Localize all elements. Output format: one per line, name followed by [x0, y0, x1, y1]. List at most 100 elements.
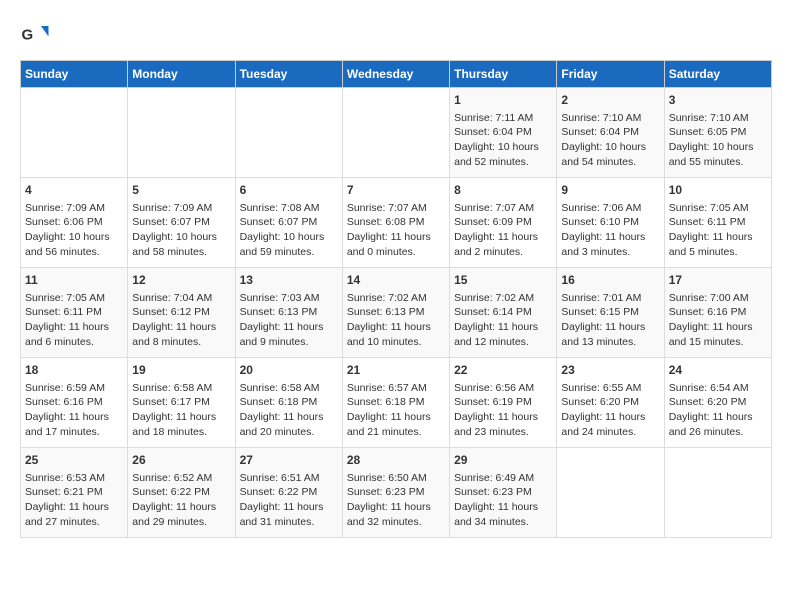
cell-text: Sunset: 6:10 PM	[561, 215, 659, 230]
day-of-week-header: Monday	[128, 61, 235, 88]
cell-text: Daylight: 10 hours	[132, 230, 230, 245]
day-number: 23	[561, 362, 659, 379]
cell-text: Sunset: 6:09 PM	[454, 215, 552, 230]
cell-text: Daylight: 11 hours	[240, 320, 338, 335]
calendar-cell: 4Sunrise: 7:09 AMSunset: 6:06 PMDaylight…	[21, 178, 128, 268]
cell-text: Daylight: 11 hours	[347, 230, 445, 245]
calendar-cell	[235, 88, 342, 178]
cell-text: Daylight: 11 hours	[347, 410, 445, 425]
cell-text: Daylight: 10 hours	[240, 230, 338, 245]
cell-text: Sunset: 6:15 PM	[561, 305, 659, 320]
cell-text: Daylight: 11 hours	[25, 410, 123, 425]
cell-text: Sunset: 6:22 PM	[132, 485, 230, 500]
day-of-week-header: Saturday	[664, 61, 771, 88]
cell-text: Sunset: 6:07 PM	[240, 215, 338, 230]
day-of-week-header: Thursday	[450, 61, 557, 88]
day-number: 16	[561, 272, 659, 289]
cell-text: and 34 minutes.	[454, 515, 552, 530]
cell-text: and 29 minutes.	[132, 515, 230, 530]
day-number: 14	[347, 272, 445, 289]
cell-text: and 27 minutes.	[25, 515, 123, 530]
calendar-cell	[21, 88, 128, 178]
cell-text: Sunrise: 7:10 AM	[561, 111, 659, 126]
cell-text: Sunrise: 6:56 AM	[454, 381, 552, 396]
cell-text: and 8 minutes.	[132, 335, 230, 350]
day-of-week-header: Wednesday	[342, 61, 449, 88]
calendar-cell: 28Sunrise: 6:50 AMSunset: 6:23 PMDayligh…	[342, 448, 449, 538]
cell-text: Sunrise: 6:58 AM	[240, 381, 338, 396]
cell-text: and 6 minutes.	[25, 335, 123, 350]
day-number: 29	[454, 452, 552, 469]
day-of-week-header: Friday	[557, 61, 664, 88]
calendar-cell: 16Sunrise: 7:01 AMSunset: 6:15 PMDayligh…	[557, 268, 664, 358]
day-of-week-header: Tuesday	[235, 61, 342, 88]
cell-text: Sunrise: 7:09 AM	[132, 201, 230, 216]
logo-icon: G	[20, 20, 50, 50]
cell-text: Sunset: 6:07 PM	[132, 215, 230, 230]
cell-text: and 55 minutes.	[669, 155, 767, 170]
cell-text: and 31 minutes.	[240, 515, 338, 530]
calendar-week-row: 1Sunrise: 7:11 AMSunset: 6:04 PMDaylight…	[21, 88, 772, 178]
cell-text: Sunset: 6:11 PM	[25, 305, 123, 320]
day-number: 10	[669, 182, 767, 199]
svg-text:G: G	[22, 27, 34, 44]
cell-text: Daylight: 11 hours	[454, 410, 552, 425]
cell-text: Daylight: 11 hours	[669, 230, 767, 245]
calendar-cell: 13Sunrise: 7:03 AMSunset: 6:13 PMDayligh…	[235, 268, 342, 358]
cell-text: Daylight: 11 hours	[669, 410, 767, 425]
calendar-week-row: 18Sunrise: 6:59 AMSunset: 6:16 PMDayligh…	[21, 358, 772, 448]
calendar-cell: 2Sunrise: 7:10 AMSunset: 6:04 PMDaylight…	[557, 88, 664, 178]
day-number: 27	[240, 452, 338, 469]
day-number: 19	[132, 362, 230, 379]
calendar-cell: 21Sunrise: 6:57 AMSunset: 6:18 PMDayligh…	[342, 358, 449, 448]
cell-text: Sunrise: 7:07 AM	[347, 201, 445, 216]
calendar-week-row: 11Sunrise: 7:05 AMSunset: 6:11 PMDayligh…	[21, 268, 772, 358]
cell-text: Sunset: 6:23 PM	[454, 485, 552, 500]
cell-text: Daylight: 11 hours	[347, 500, 445, 515]
cell-text: Daylight: 11 hours	[561, 230, 659, 245]
page-header: G	[20, 20, 772, 50]
cell-text: Sunrise: 7:07 AM	[454, 201, 552, 216]
cell-text: and 58 minutes.	[132, 245, 230, 260]
cell-text: Sunrise: 7:09 AM	[25, 201, 123, 216]
cell-text: Sunset: 6:08 PM	[347, 215, 445, 230]
calendar-cell: 17Sunrise: 7:00 AMSunset: 6:16 PMDayligh…	[664, 268, 771, 358]
cell-text: Daylight: 11 hours	[132, 320, 230, 335]
cell-text: Sunset: 6:06 PM	[25, 215, 123, 230]
cell-text: and 24 minutes.	[561, 425, 659, 440]
cell-text: Sunset: 6:13 PM	[347, 305, 445, 320]
cell-text: Sunrise: 6:58 AM	[132, 381, 230, 396]
cell-text: Sunrise: 7:05 AM	[25, 291, 123, 306]
cell-text: Sunset: 6:17 PM	[132, 395, 230, 410]
cell-text: Sunrise: 7:04 AM	[132, 291, 230, 306]
cell-text: Daylight: 11 hours	[454, 320, 552, 335]
calendar-cell: 25Sunrise: 6:53 AMSunset: 6:21 PMDayligh…	[21, 448, 128, 538]
cell-text: Sunrise: 7:06 AM	[561, 201, 659, 216]
cell-text: Sunset: 6:22 PM	[240, 485, 338, 500]
cell-text: Sunset: 6:19 PM	[454, 395, 552, 410]
day-of-week-header: Sunday	[21, 61, 128, 88]
day-number: 15	[454, 272, 552, 289]
cell-text: Sunrise: 7:11 AM	[454, 111, 552, 126]
cell-text: Sunrise: 6:57 AM	[347, 381, 445, 396]
day-number: 5	[132, 182, 230, 199]
cell-text: Sunrise: 6:55 AM	[561, 381, 659, 396]
day-number: 12	[132, 272, 230, 289]
calendar-cell	[128, 88, 235, 178]
cell-text: Sunrise: 7:00 AM	[669, 291, 767, 306]
cell-text: Sunrise: 7:05 AM	[669, 201, 767, 216]
calendar-week-row: 25Sunrise: 6:53 AMSunset: 6:21 PMDayligh…	[21, 448, 772, 538]
cell-text: Sunset: 6:18 PM	[347, 395, 445, 410]
cell-text: Sunrise: 7:10 AM	[669, 111, 767, 126]
day-number: 2	[561, 92, 659, 109]
cell-text: Sunrise: 7:03 AM	[240, 291, 338, 306]
cell-text: Daylight: 11 hours	[669, 320, 767, 335]
cell-text: and 15 minutes.	[669, 335, 767, 350]
calendar-cell: 12Sunrise: 7:04 AMSunset: 6:12 PMDayligh…	[128, 268, 235, 358]
cell-text: and 3 minutes.	[561, 245, 659, 260]
cell-text: and 56 minutes.	[25, 245, 123, 260]
calendar-cell: 19Sunrise: 6:58 AMSunset: 6:17 PMDayligh…	[128, 358, 235, 448]
day-number: 17	[669, 272, 767, 289]
cell-text: Daylight: 11 hours	[25, 320, 123, 335]
calendar-cell: 18Sunrise: 6:59 AMSunset: 6:16 PMDayligh…	[21, 358, 128, 448]
